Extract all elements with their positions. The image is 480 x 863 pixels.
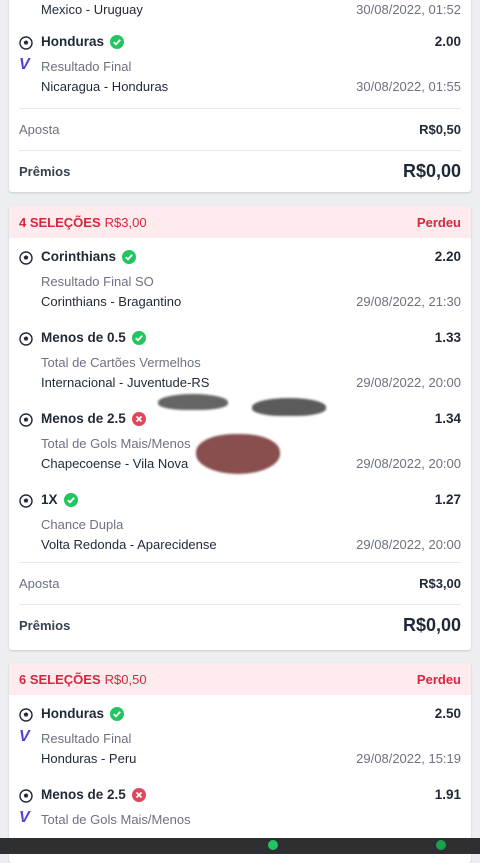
bet-card-header: 6 SELEÇÕES R$0,50 Perdeu (9, 663, 471, 695)
check-circle-icon (110, 34, 125, 49)
check-circle-icon (63, 492, 78, 507)
bet-amount: R$3,00 (104, 214, 147, 230)
selection-item[interactable]: Corinthians 2.20 Resultado Final SO Cori… (9, 238, 471, 319)
selection-item[interactable]: Menos de 0.5 1.33 Total de Cartões Verme… (9, 319, 471, 400)
selection-market: Chance Dupla (41, 517, 124, 532)
status-dot-icon (268, 840, 278, 850)
selection-date: 29/08/2022, 21:30 (356, 294, 461, 309)
lips-overlay (196, 434, 280, 474)
selection-odd: 2.00 (434, 34, 461, 49)
selection-teams: Honduras - Peru (41, 751, 137, 766)
selection-market: Resultado Final (41, 59, 132, 74)
selection-odd: 1.34 (434, 411, 461, 426)
stake-label: Aposta (19, 122, 60, 137)
selection-odd: 2.50 (434, 706, 461, 721)
selection-name-text: Menos de 2.5 (41, 411, 126, 426)
selection-count: 6 SELEÇÕES (19, 671, 101, 687)
status-dot-icon (436, 840, 446, 850)
soccer-ball-icon (19, 494, 33, 508)
system-navigation-bar (0, 838, 480, 854)
selection-date: 29/08/2022, 20:00 (356, 375, 461, 390)
selection-market: Total de Gols Mais/Menos (41, 812, 191, 827)
soccer-ball-icon (19, 413, 33, 427)
check-circle-icon (110, 706, 125, 721)
selection-teams: Nicaragua - Honduras (41, 79, 169, 94)
soccer-ball-icon (19, 251, 33, 265)
selection-name-text: Menos de 0.5 (41, 330, 126, 345)
prize-row: Prêmios R$0,00 (9, 605, 471, 646)
selection-name-text: 1X (41, 492, 58, 507)
stake-value: R$3,00 (419, 576, 461, 591)
selection-name-text: Honduras (41, 34, 105, 49)
bet-card-1: Mexico - Uruguay 30/08/2022, 01:52 Hondu… (9, 0, 471, 192)
status-badge: Perdeu (416, 214, 461, 230)
selection-date: 29/08/2022, 20:00 (356, 456, 461, 471)
selection-market: Total de Gols Mais/Menos (41, 436, 191, 451)
eyebrow-right-overlay (252, 398, 326, 416)
prize-label: Prêmios (19, 618, 71, 633)
soccer-ball-icon (19, 708, 33, 722)
selection-odd: 2.20 (434, 249, 461, 264)
bet-card-3[interactable]: 6 SELEÇÕES R$0,50 Perdeu Honduras 2.50 V… (9, 663, 471, 863)
selection-name: Honduras (41, 706, 125, 721)
selection-teams: Chapecoense - Vila Nova (41, 456, 189, 471)
soccer-ball-icon (19, 332, 33, 346)
selection-market: Resultado Final (41, 731, 132, 746)
selection-date: 29/08/2022, 15:19 (356, 751, 461, 766)
check-circle-icon (131, 330, 146, 345)
selection-teams: Corinthians - Bragantino (41, 294, 182, 309)
selection-market: Total de Cartões Vermelhos (41, 355, 201, 370)
v-logo-icon: V (19, 728, 30, 745)
selection-name-text: Honduras (41, 706, 105, 721)
selection-name-text: Corinthians (41, 249, 117, 264)
bet-card-2[interactable]: 4 SELEÇÕES R$3,00 Perdeu Corinthians 2.2… (9, 206, 471, 650)
selection-teams: Internacional - Juventude-RS (41, 375, 210, 390)
eyebrow-left-overlay (158, 394, 228, 410)
selection-date: 30/08/2022, 01:55 (356, 79, 461, 94)
prize-row: Prêmios R$0,00 (9, 151, 471, 192)
selection-count: 4 SELEÇÕES (19, 214, 101, 230)
selection-market: Resultado Final SO (41, 274, 154, 289)
selection-item[interactable]: Honduras 2.50 V Resultado Final Honduras… (9, 695, 471, 776)
stake-label: Aposta (19, 576, 60, 591)
selection-odd: 1.27 (434, 492, 461, 507)
check-circle-icon (122, 249, 137, 264)
x-circle-icon (131, 411, 146, 426)
bet-card-header: 4 SELEÇÕES R$3,00 Perdeu (9, 206, 471, 238)
status-badge: Perdeu (416, 671, 461, 687)
selection-item[interactable]: Honduras 2.00 V Resultado Final Nicaragu… (9, 23, 471, 108)
prize-value: R$0,00 (402, 161, 461, 181)
selection-name: Honduras (41, 34, 125, 49)
selection-name: Menos de 0.5 (41, 330, 146, 345)
stake-value: R$0,50 (419, 122, 461, 137)
soccer-ball-icon (19, 36, 33, 50)
prize-value: R$0,00 (402, 615, 461, 635)
selection-odd: 1.91 (434, 787, 461, 802)
selection-name: Menos de 2.5 (41, 787, 146, 802)
v-logo-icon: V (19, 809, 30, 826)
partial-selection: Mexico - Uruguay 30/08/2022, 01:52 (9, 0, 471, 23)
selection-odd: 1.33 (434, 330, 461, 345)
selection-name: Corinthians (41, 249, 137, 264)
soccer-ball-icon (19, 789, 33, 803)
selection-name: 1X (41, 492, 78, 507)
selection-date: 30/08/2022, 01:52 (356, 2, 461, 17)
selection-item[interactable]: 1X 1.27 Chance Dupla Volta Redonda - Apa… (9, 481, 471, 562)
selection-name-text: Menos de 2.5 (41, 787, 126, 802)
selection-teams: Volta Redonda - Aparecidense (41, 537, 217, 552)
prize-label: Prêmios (19, 164, 71, 179)
selection-date: 29/08/2022, 20:00 (356, 537, 461, 552)
stake-row: Aposta R$3,00 (9, 563, 471, 604)
v-logo-icon: V (19, 56, 30, 73)
stake-row: Aposta R$0,50 (9, 109, 471, 150)
bet-amount: R$0,50 (104, 671, 147, 687)
x-circle-icon (131, 787, 146, 802)
selection-teams: Mexico - Uruguay (41, 2, 143, 17)
selection-name: Menos de 2.5 (41, 411, 146, 426)
